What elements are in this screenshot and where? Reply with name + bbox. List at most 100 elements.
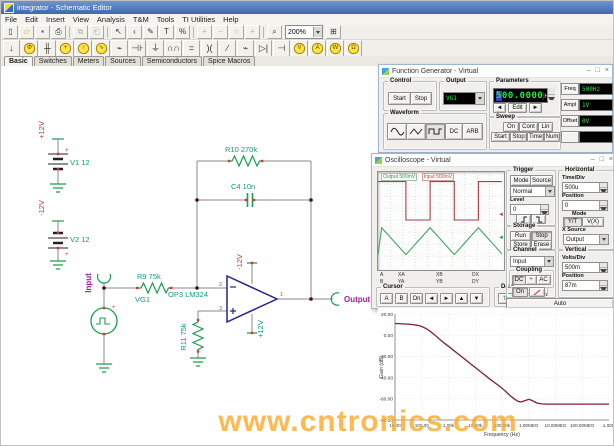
fg-start-button[interactable]: Start (388, 92, 411, 105)
cursor-button[interactable]: ◄ (425, 293, 438, 304)
funcgen-titlebar[interactable]: Function Generator - Virtual – □ × (379, 65, 612, 78)
chevron-down-icon[interactable] (545, 187, 554, 196)
magnifier-icon[interactable]: ⌕ (267, 25, 282, 39)
fg-readout-label[interactable]: Freq (561, 83, 579, 95)
sweep-on-button[interactable]: On (503, 122, 519, 132)
resistor-icon[interactable]: ⌁ (111, 40, 128, 57)
xsource-select[interactable]: Output (563, 234, 609, 245)
menu-item[interactable]: View (69, 15, 93, 24)
input-trace-marker[interactable]: ◄ (498, 212, 504, 218)
capacitor-icon[interactable]: ⊣⊦ (129, 40, 146, 57)
resistor-r11[interactable] (193, 320, 203, 352)
cursor-button[interactable]: B (395, 293, 408, 304)
voltsdiv-input[interactable]: 500m (562, 262, 608, 273)
sep[interactable] (193, 27, 194, 38)
menu-item[interactable]: TI Utilities (178, 15, 219, 24)
wire-pen-icon[interactable]: ✎ (143, 25, 158, 39)
h-position-input[interactable]: 0 (562, 200, 608, 211)
yt-mode-button[interactable]: Y/T (563, 217, 582, 227)
menu-item[interactable]: Help (219, 15, 242, 24)
cursor-button[interactable]: ► (440, 293, 453, 304)
socket-icon[interactable]: ⊣ (273, 40, 290, 57)
ammeter-icon[interactable]: A (309, 40, 326, 57)
sep[interactable] (263, 27, 264, 38)
arb-button[interactable]: ARB (462, 123, 483, 140)
digit-left-button[interactable]: ◄ (493, 103, 506, 113)
percent-icon[interactable]: % (175, 25, 190, 39)
sweep-time-button[interactable]: Time (527, 132, 544, 142)
print-icon[interactable]: ⎙ (51, 25, 66, 39)
sweep-lin-button[interactable]: Lin (538, 122, 553, 132)
wattmeter-icon[interactable]: W (327, 40, 344, 57)
power-source-icon[interactable]: Φ (21, 40, 38, 57)
close-icon[interactable]: × (605, 65, 609, 77)
coupling-ac-button[interactable]: AC (536, 275, 551, 285)
copy-icon[interactable]: ⧉ (73, 25, 88, 39)
diode-icon[interactable]: ▷| (255, 40, 272, 57)
sep[interactable] (107, 27, 108, 38)
sweep-start-button[interactable]: Start (491, 132, 510, 142)
wire-icon[interactable]: ↓ (3, 40, 20, 57)
triangle-wave-button[interactable] (406, 123, 426, 140)
slope-button[interactable] (529, 287, 545, 297)
coupling-dc-button[interactable]: DC (512, 275, 526, 285)
capacitor-c4[interactable] (248, 193, 253, 207)
vx-mode-button[interactable]: V(X) (582, 217, 604, 227)
spin-down-icon[interactable] (600, 188, 607, 192)
component-pointer-icon[interactable]: ‹ (127, 25, 142, 39)
timediv-input[interactable]: 500u (562, 182, 608, 193)
ohmmeter-icon[interactable]: Ω (345, 40, 362, 57)
jumper-icon[interactable]: = (183, 40, 200, 57)
switch-icon[interactable]: ∕ (219, 40, 236, 57)
relay-icon[interactable]: )( (201, 40, 218, 57)
v-position-input[interactable]: 87m (562, 280, 608, 291)
output-trace-marker[interactable]: ◄ (498, 235, 504, 241)
cursor-button[interactable]: On (410, 293, 423, 304)
edit-button[interactable]: Edit (508, 103, 527, 113)
resistor-r10[interactable] (229, 156, 263, 166)
square-wave-button[interactable] (425, 123, 445, 140)
generator-icon[interactable]: ∿ (93, 40, 110, 57)
menu-item[interactable]: File (1, 15, 21, 24)
dc-button[interactable]: DC (445, 123, 463, 140)
sine-wave-button[interactable] (387, 123, 407, 140)
digit-right-button[interactable]: ► (529, 103, 542, 113)
chevron-down-icon[interactable] (313, 27, 322, 37)
scope-titlebar[interactable]: Oscilloscope - Virtual – □ × (372, 154, 614, 167)
chevron-down-icon[interactable] (544, 257, 553, 266)
opamp-op3[interactable]: 2 3 1 (219, 263, 283, 333)
sweep-cont-button[interactable]: Cont (519, 122, 538, 132)
sweep-num-button[interactable]: Num (544, 132, 560, 142)
main-titlebar[interactable]: integrator - Schematic Editor (1, 1, 613, 14)
spin-down-icon[interactable] (600, 268, 607, 272)
maximize-icon[interactable]: □ (600, 154, 604, 166)
fg-readout-label[interactable] (561, 131, 579, 143)
text-icon[interactable]: T (159, 25, 174, 39)
zoom-out-icon[interactable]: − (213, 25, 228, 39)
current-source-icon[interactable]: ↑ (75, 40, 92, 57)
potentiometer-icon[interactable]: ⌁ (237, 40, 254, 57)
open-icon[interactable]: ▱ (19, 25, 34, 39)
channel-on-button[interactable]: On (512, 287, 528, 297)
spin-up-icon[interactable] (548, 88, 555, 95)
fg-output-select[interactable]: VG1 (443, 92, 485, 105)
maximize-icon[interactable]: □ (596, 65, 600, 77)
menu-item[interactable]: T&M (129, 15, 153, 24)
pointer-icon[interactable]: ↖ (111, 25, 126, 39)
minimize-icon[interactable]: – (591, 154, 595, 166)
save-icon[interactable]: ▪ (35, 25, 50, 39)
fg-readout-label[interactable]: Offset (561, 115, 579, 127)
cursor-button[interactable]: ▼ (470, 293, 483, 304)
chip-icon[interactable]: ⊞ (326, 25, 341, 39)
voltage-source-icon[interactable]: + (57, 40, 74, 57)
ground-icon[interactable]: ⏚ (147, 40, 164, 57)
spin-down-icon[interactable] (600, 286, 607, 290)
trigger-mode-button[interactable]: Mode (510, 175, 532, 186)
paste-icon[interactable]: ⎗ (89, 25, 104, 39)
trigger-source-button[interactable]: Source (530, 175, 553, 186)
sweep-stop-button[interactable]: Stop (510, 132, 527, 142)
trigger-mode-select[interactable]: Normal (510, 186, 555, 197)
minimize-icon[interactable]: – (587, 65, 591, 77)
spin-down-icon[interactable] (548, 95, 555, 101)
cursor-button[interactable]: A (380, 293, 393, 304)
